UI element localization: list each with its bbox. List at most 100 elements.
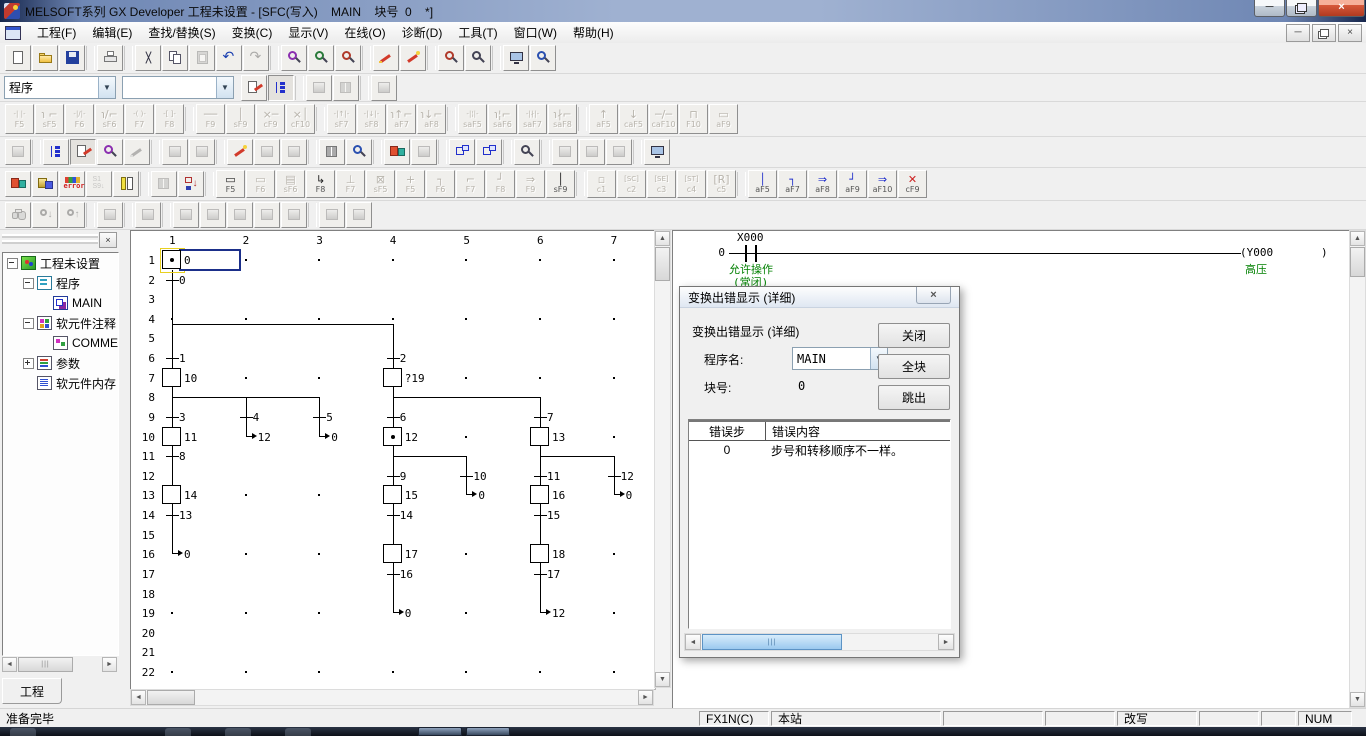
menu-item-4[interactable]: 显示(V): [280, 24, 336, 42]
mdi-child-icon[interactable]: [5, 26, 21, 40]
save-project-button[interactable]: [59, 45, 85, 71]
falling-pulse-branch-button[interactable]: ℩↓⌐aF8: [417, 104, 446, 134]
display-monitor-button[interactable]: [644, 139, 670, 165]
sfc-dummy-step-button[interactable]: ▭F6: [246, 170, 275, 198]
scroll-left-button[interactable]: ◄: [131, 690, 146, 705]
sfc-transition[interactable]: [534, 574, 547, 575]
sidebar-item-project-root[interactable]: 工程未设置: [3, 253, 118, 273]
open-window-button[interactable]: [449, 139, 475, 165]
sfc-step[interactable]: [162, 250, 181, 269]
read-mode-button[interactable]: [97, 139, 123, 165]
start-orb[interactable]: [10, 728, 36, 736]
device-find-3-button[interactable]: [227, 202, 253, 228]
device-find-5-button[interactable]: [281, 202, 307, 228]
sfc-step[interactable]: [530, 544, 549, 563]
mdi-close-button[interactable]: ×: [1338, 24, 1362, 42]
error-table-row[interactable]: 0步号和转移顺序不一样。: [689, 441, 950, 459]
sfc-step-symbol-button[interactable]: ▭F5: [216, 170, 245, 198]
project-tab[interactable]: 工程: [2, 678, 62, 704]
sfc-transition[interactable]: [166, 417, 179, 418]
conversion-error-check-button[interactable]: [59, 171, 85, 197]
sidebar-close-button[interactable]: ×: [99, 232, 117, 248]
sfc-draw-simultaneous-div-button[interactable]: ⇒aF8: [808, 170, 837, 198]
undo-button[interactable]: [216, 45, 242, 71]
open-window-2-button[interactable]: [476, 139, 502, 165]
menu-item-0[interactable]: 工程(F): [29, 24, 84, 42]
menu-item-5[interactable]: 在线(O): [336, 24, 393, 42]
find-string-button[interactable]: [335, 45, 361, 71]
sfc-transition[interactable]: [313, 417, 326, 418]
sfc-canvas[interactable]: 1234567123456789101112131415161718192021…: [130, 230, 656, 690]
data-name-combo[interactable]: ▼: [122, 76, 234, 99]
sfc-draw-selection-div-button[interactable]: ┐aF7: [778, 170, 807, 198]
taskbar-icon[interactable]: [225, 728, 251, 736]
split-window-button[interactable]: [306, 75, 332, 101]
menu-item-7[interactable]: 工具(T): [450, 24, 505, 42]
jump-to-step-button[interactable]: [97, 202, 123, 228]
sfc-transition[interactable]: [240, 417, 253, 418]
device-use-list-button[interactable]: [465, 45, 491, 71]
mdi-minimize-button[interactable]: ─: [1286, 24, 1310, 42]
sfc-transition[interactable]: [166, 456, 179, 457]
program-check-button[interactable]: [530, 45, 556, 71]
sfc-step[interactable]: [383, 485, 402, 504]
block-conversion-run-button[interactable]: [32, 171, 58, 197]
sfc-selection-divergence-button[interactable]: ┐F6: [426, 170, 455, 198]
scrollbar-thumb[interactable]: |||: [18, 657, 73, 672]
invert-open-button[interactable]: -|¦|-saF5: [458, 104, 487, 134]
ladder-symbol-button[interactable]: [254, 139, 280, 165]
sfc-draw-selection-conv-button[interactable]: ┘aF9: [838, 170, 867, 198]
close-button[interactable]: ×: [1318, 0, 1365, 17]
scroll-right-button[interactable]: ►: [938, 634, 954, 650]
sfc-transition[interactable]: [534, 417, 547, 418]
program-name-combo[interactable]: MAIN ▼: [792, 347, 888, 370]
find-device-button[interactable]: [281, 45, 307, 71]
sfc-block-start-step-button[interactable]: ▤sF6: [276, 170, 305, 198]
sfc-no-attribute-button[interactable]: ▫c1: [587, 170, 616, 198]
sfc-transition[interactable]: [387, 358, 400, 359]
sfc-step[interactable]: [162, 485, 181, 504]
find-time-button[interactable]: [346, 139, 372, 165]
sfc-transition[interactable]: [534, 515, 547, 516]
scroll-left-button[interactable]: ◄: [2, 657, 17, 672]
sidebar-drag-grip[interactable]: [2, 234, 98, 246]
scrollbar-thumb[interactable]: |||: [702, 634, 842, 650]
block-list-button[interactable]: [113, 171, 139, 197]
sfc-attribute-r-button[interactable]: [R]c5: [707, 170, 736, 198]
sfc-step[interactable]: [162, 368, 181, 387]
sidebar-item-parameter-folder[interactable]: 参数: [3, 353, 118, 373]
mdi-restore-button[interactable]: [1312, 24, 1336, 42]
open-branch-button[interactable]: ℩ ⌐sF5: [35, 104, 64, 134]
delete-hline-button[interactable]: ×─cF9: [256, 104, 285, 134]
sfc-attribute-se-button[interactable]: [SE]c3: [647, 170, 676, 198]
block-conversion-button[interactable]: [5, 171, 31, 197]
invert-operation-button[interactable]: ↑aF5: [589, 104, 618, 134]
menu-item-3[interactable]: 变换(C): [224, 24, 281, 42]
sfc-transition[interactable]: [387, 515, 400, 516]
program-type-combo[interactable]: 程序 ▼: [4, 76, 116, 99]
find-yellow-button[interactable]: [514, 139, 540, 165]
falling-pulse-button[interactable]: -|↓|-sF8: [357, 104, 386, 134]
scrollbar-thumb[interactable]: [147, 690, 195, 705]
sfc-step[interactable]: [383, 544, 402, 563]
replace-instruction-button[interactable]: [400, 45, 426, 71]
menu-item-6[interactable]: 诊断(D): [394, 24, 451, 42]
sfc-selection-convergence-button[interactable]: ┘F8: [486, 170, 515, 198]
write-mode-button[interactable]: [70, 139, 96, 165]
sfc-vertical-scrollbar[interactable]: ▲ ▼: [654, 230, 671, 688]
menu-item-1[interactable]: 编辑(E): [84, 24, 140, 42]
find-button[interactable]: [5, 202, 31, 228]
invert-close-button[interactable]: ℩¦⌐saF6: [488, 104, 517, 134]
contact-device[interactable]: X000: [737, 232, 764, 244]
sfc-attribute-sc-button[interactable]: [SC]c2: [617, 170, 646, 198]
minimize-button[interactable]: ─: [1254, 0, 1285, 17]
find-next-button[interactable]: [32, 202, 58, 228]
sidebar-horizontal-scrollbar[interactable]: ◄ ► |||: [2, 657, 117, 673]
zoom-partial-button[interactable]: [5, 139, 31, 165]
chevron-down-icon[interactable]: ▼: [98, 77, 115, 98]
download-button[interactable]: [411, 139, 437, 165]
invert-rising-button[interactable]: -|∤|-saF7: [518, 104, 547, 134]
macro-sort-button[interactable]: [371, 75, 397, 101]
coil-button[interactable]: -( )-F7: [125, 104, 154, 134]
sfc-end-step-button[interactable]: ⊥F7: [336, 170, 365, 198]
